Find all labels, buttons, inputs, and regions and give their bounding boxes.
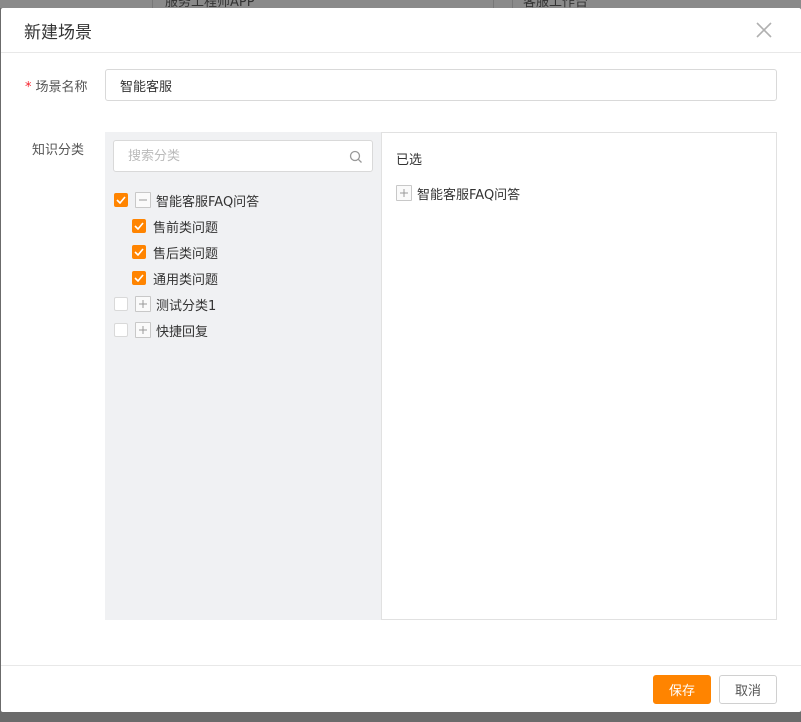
- tree-node-aftersale[interactable]: 售后类问题: [132, 242, 218, 262]
- tree-node-presale[interactable]: 售前类问题: [132, 216, 218, 236]
- background-divider: [512, 0, 513, 8]
- dialog-footer: 保存 取消: [1, 665, 801, 712]
- scene-name-label-text: 场景名称: [35, 80, 88, 95]
- tree-checkbox[interactable]: [114, 297, 128, 311]
- category-search-box: [113, 140, 373, 172]
- tree-node-test[interactable]: 测试分类1: [114, 294, 216, 314]
- cancel-button[interactable]: 取消: [719, 675, 777, 704]
- expand-icon[interactable]: [135, 322, 151, 338]
- background-divider: [152, 0, 153, 8]
- check-icon: [134, 248, 144, 256]
- category-label: 知识分类: [32, 143, 85, 158]
- background-tab-right: 客服工作台: [523, 0, 589, 8]
- background-tab-left: 服务工程师APP: [165, 0, 255, 8]
- tree-checkbox[interactable]: [132, 219, 146, 233]
- selected-title: 已选: [396, 153, 423, 168]
- check-icon: [116, 196, 126, 204]
- category-transfer: 智能客服FAQ问答 售前类问题 售后类问题 通用类问题: [105, 132, 777, 620]
- tree-node-general[interactable]: 通用类问题: [132, 268, 218, 288]
- tree-node-label: 测试分类1: [156, 298, 217, 314]
- tree-node-label: 售前类问题: [153, 220, 219, 236]
- tree-checkbox[interactable]: [132, 245, 146, 259]
- selected-item[interactable]: 智能客服FAQ问答: [396, 183, 520, 203]
- tree-node-label: 智能客服FAQ问答: [156, 194, 260, 210]
- check-icon: [134, 274, 144, 282]
- scene-name-label: * 场景名称: [25, 76, 88, 95]
- tree-checkbox[interactable]: [114, 193, 128, 207]
- new-scene-dialog: 新建场景 *场景名称 知识分类: [1, 8, 801, 712]
- tree-node-label: 通用类问题: [153, 272, 219, 288]
- selected-item-label: 智能客服FAQ问答: [417, 187, 521, 203]
- expand-icon[interactable]: [396, 185, 412, 201]
- tree-checkbox[interactable]: [132, 271, 146, 285]
- collapse-icon[interactable]: [135, 192, 151, 208]
- close-icon[interactable]: [753, 19, 775, 41]
- tree-node-faq[interactable]: 智能客服FAQ问答: [114, 190, 259, 210]
- background-page: 服务工程师APP 客服工作台: [0, 0, 801, 8]
- scene-name-input[interactable]: [105, 69, 777, 101]
- check-icon: [134, 222, 144, 230]
- required-mark: *: [25, 80, 32, 95]
- dialog-header: 新建场景: [1, 8, 801, 53]
- expand-icon[interactable]: [135, 296, 151, 312]
- dialog-title: 新建场景: [24, 23, 92, 43]
- tree-node-label: 售后类问题: [153, 246, 219, 262]
- selected-panel: 已选 智能客服FAQ问答: [381, 132, 777, 620]
- category-search-input[interactable]: [114, 141, 344, 171]
- category-tree-panel: 智能客服FAQ问答 售前类问题 售后类问题 通用类问题: [105, 132, 381, 620]
- tree-node-quick-reply[interactable]: 快捷回复: [114, 320, 208, 340]
- search-icon[interactable]: [349, 149, 363, 163]
- background-divider: [493, 0, 494, 8]
- tree-node-label: 快捷回复: [156, 324, 209, 340]
- save-button[interactable]: 保存: [653, 675, 711, 704]
- tree-checkbox[interactable]: [114, 323, 128, 337]
